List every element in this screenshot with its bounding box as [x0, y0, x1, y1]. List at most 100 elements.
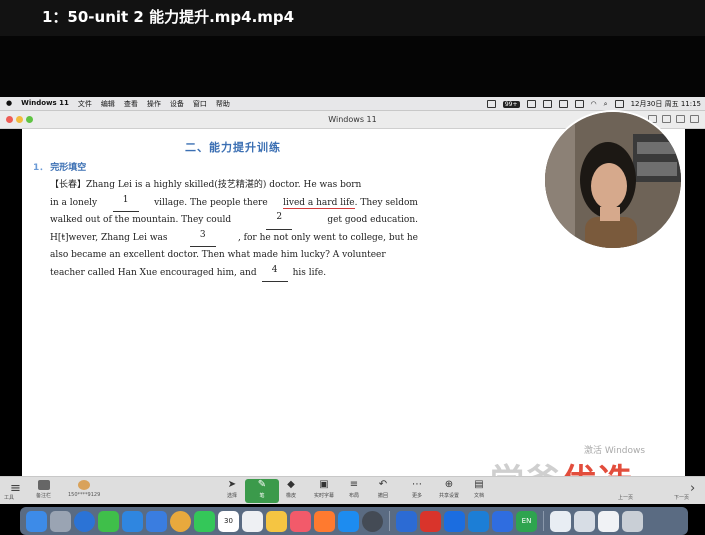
- menubar-clock[interactable]: 12月30日 周五 11:15: [631, 99, 701, 109]
- battery-icon[interactable]: [574, 100, 584, 108]
- annotation-underline: lived a hard life: [283, 197, 355, 209]
- section-title: 二、能力提升训练: [185, 141, 281, 154]
- passage-text: also became an excellent doctor. Then wh…: [50, 250, 386, 260]
- passage-text: H[ŧ]wever, Zhang Lei was: [50, 232, 168, 243]
- status-a-icon[interactable]: [558, 100, 568, 108]
- apple-icon[interactable]: ●: [6, 99, 12, 109]
- letterbox: [0, 36, 705, 97]
- trash-icon[interactable]: [622, 510, 643, 532]
- select-tool[interactable]: ➤ 选择: [215, 479, 249, 499]
- feishu-icon[interactable]: [468, 510, 489, 532]
- answer-blank-3[interactable]: 3: [189, 230, 216, 247]
- menu-devices[interactable]: 设备: [170, 99, 184, 109]
- question-heading: 1． 完形填空: [33, 160, 86, 173]
- mac-menubar: ● Windows 11 文件 编辑 查看 操作 设备 窗口 帮助 99+ ◠ …: [0, 97, 705, 111]
- safari-icon[interactable]: [74, 510, 95, 532]
- passage-line: teacher called Han Xue encouraged him, a…: [50, 265, 418, 282]
- settings-icon[interactable]: [362, 510, 383, 532]
- undo-button[interactable]: ↶ 撤回: [366, 479, 400, 499]
- vm-settings-icon[interactable]: [690, 115, 699, 123]
- file-icon[interactable]: [598, 510, 619, 532]
- appstore-icon[interactable]: [338, 510, 359, 532]
- share-icon: ⊕: [444, 479, 454, 490]
- menu-view[interactable]: 查看: [124, 99, 138, 109]
- participant-button[interactable]: 150****9129: [68, 480, 100, 498]
- reminders-icon[interactable]: [242, 510, 263, 532]
- notification-badge[interactable]: 99+: [502, 100, 520, 108]
- passage-text: . They seldom: [354, 197, 418, 208]
- answer-blank-1[interactable]: 1: [112, 195, 139, 212]
- maps-icon[interactable]: [146, 510, 167, 532]
- finder-icon[interactable]: [26, 510, 47, 532]
- answer-blank-4[interactable]: 4: [261, 265, 288, 282]
- eraser-icon: ◆: [287, 479, 295, 490]
- screen: 1：50-unit 2 能力提升.mp4.mp4 ● Windows 11 文件…: [0, 0, 705, 535]
- menu-file[interactable]: 文件: [78, 99, 92, 109]
- avatar-icon: [78, 480, 91, 490]
- doc-icon: ▤: [474, 479, 484, 490]
- menubar-app-name[interactable]: Windows 11: [21, 99, 69, 109]
- chevron-right-icon[interactable]: ›: [690, 481, 695, 496]
- video-title-bar: 1：50-unit 2 能力提升.mp4.mp4: [0, 0, 705, 36]
- next-page-label: 下一页: [674, 495, 690, 501]
- dock-separator: [389, 511, 390, 531]
- pages-icon[interactable]: [314, 510, 335, 532]
- status-app-icon[interactable]: [486, 100, 496, 108]
- facetime-icon[interactable]: [194, 510, 215, 532]
- notes-button[interactable]: 备注栏: [36, 480, 51, 499]
- more-button[interactable]: ⋯ 更多: [400, 479, 434, 499]
- teacher-webcam[interactable]: [543, 110, 683, 250]
- question-number: 1．: [33, 163, 49, 173]
- passage-text: teacher called Han Xue encouraged him, a…: [50, 267, 257, 278]
- parallels-icon[interactable]: [396, 510, 417, 532]
- mail-icon[interactable]: [122, 510, 143, 532]
- mac-dock: 30 EN: [20, 507, 688, 535]
- dock-separator: [543, 511, 544, 531]
- share-screen-icon[interactable]: [676, 115, 685, 123]
- document-icon[interactable]: [550, 510, 571, 532]
- fullscreen-icon[interactable]: [662, 115, 671, 123]
- passage-text: in a lonely: [50, 197, 98, 208]
- meeting-toolbar: ≡ 工具 备注栏 150****9129 ➤ 选择 ✎ 笔 ◆ 橡皮 ▣ 实时字幕 ≡ 布…: [0, 476, 705, 504]
- passage-line: H[ŧ]wever, Zhang Lei was 3 , for he not …: [50, 230, 418, 247]
- menu-window[interactable]: 窗口: [193, 99, 207, 109]
- answer-blank-2[interactable]: 2: [266, 212, 293, 230]
- passage-line: 【长春】Zhang Lei is a highly skilled(技艺精湛的)…: [50, 177, 418, 195]
- status-display-icon[interactable]: [542, 100, 552, 108]
- passage-text: village. The people there: [154, 197, 268, 208]
- photos-icon[interactable]: [170, 510, 191, 532]
- search-icon[interactable]: ⌕: [604, 100, 608, 109]
- subtitle-icon: ▣: [319, 479, 329, 490]
- recorder-icon[interactable]: [420, 510, 441, 532]
- notes-icon: [37, 480, 50, 490]
- passage-line: also became an excellent doctor. Then wh…: [50, 247, 418, 265]
- calendar-icon[interactable]: 30: [218, 510, 239, 532]
- notes-app-icon[interactable]: [266, 510, 287, 532]
- passage-text: get good education.: [327, 215, 418, 225]
- control-center-icon[interactable]: [614, 100, 624, 108]
- menu-help[interactable]: 帮助: [216, 99, 230, 109]
- eraser-tool[interactable]: ◆ 橡皮: [274, 479, 308, 499]
- share-settings-button[interactable]: ⊕ 共享设置: [432, 479, 466, 499]
- screenshot-icon[interactable]: [574, 510, 595, 532]
- passage-text: , for he not only went to college, but h…: [237, 232, 418, 243]
- passage-text: his life.: [292, 267, 327, 278]
- passage-text: 【长春】Zhang Lei is a highly skilled(技艺精湛的)…: [50, 180, 362, 190]
- question-title: 完形填空: [50, 163, 87, 173]
- status-window-icon[interactable]: [526, 100, 536, 108]
- doc-button[interactable]: ▤ 文档: [462, 479, 496, 499]
- windows-icon[interactable]: [492, 510, 513, 532]
- input-method-icon[interactable]: EN: [516, 510, 537, 532]
- live-subtitle-button[interactable]: ▣ 实时字幕: [307, 479, 341, 499]
- music-icon[interactable]: [290, 510, 311, 532]
- launchpad-icon[interactable]: [50, 510, 71, 532]
- menu-edit[interactable]: 编辑: [101, 99, 115, 109]
- meeting-app-icon[interactable]: [444, 510, 465, 532]
- pen-icon: ✎: [257, 479, 267, 490]
- cloze-passage: 【长春】Zhang Lei is a highly skilled(技艺精湛的)…: [50, 177, 418, 282]
- layout-icon: ≡: [349, 479, 359, 490]
- messages-icon[interactable]: [98, 510, 119, 532]
- menu-action[interactable]: 操作: [147, 99, 161, 109]
- video-title: 1：50-unit 2 能力提升.mp4.mp4: [42, 8, 295, 26]
- wifi-icon[interactable]: ◠: [591, 100, 597, 108]
